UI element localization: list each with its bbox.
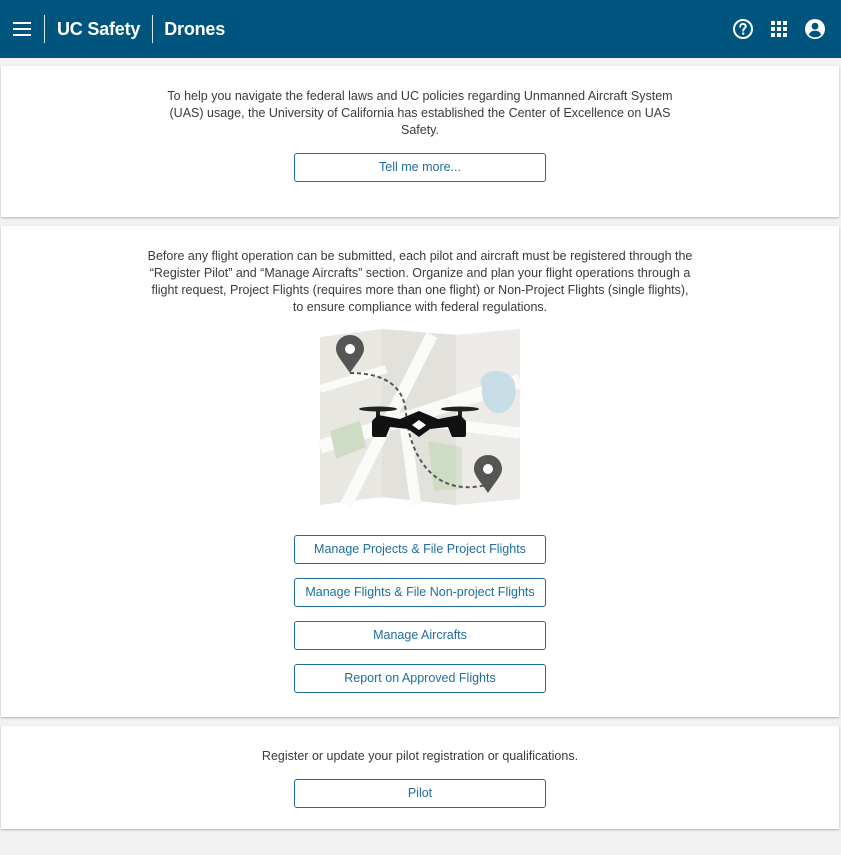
manage-projects-button[interactable]: Manage Projects & File Project Flights <box>294 535 546 564</box>
pilot-card: Register or update your pilot registrati… <box>1 726 839 829</box>
tell-me-more-button[interactable]: Tell me more... <box>294 153 546 182</box>
flight-operations-card: Before any flight operation can be submi… <box>1 226 839 717</box>
drone-map-illustration <box>317 329 523 508</box>
app-header: UC Safety Drones <box>0 0 841 58</box>
manage-aircrafts-button[interactable]: Manage Aircrafts <box>294 621 546 650</box>
report-flights-button[interactable]: Report on Approved Flights <box>294 664 546 693</box>
header-actions <box>725 0 841 58</box>
pilot-text: Register or update your pilot registrati… <box>261 749 579 763</box>
manage-flights-button[interactable]: Manage Flights & File Non-project Flight… <box>294 578 546 607</box>
apps-grid-icon <box>771 21 787 37</box>
intro-text: To help you navigate the federal laws an… <box>167 89 673 137</box>
apps-button[interactable] <box>761 11 797 47</box>
intro-card: To help you navigate the federal laws an… <box>1 66 839 217</box>
account-button[interactable] <box>797 11 833 47</box>
operations-text: Before any flight operation can be submi… <box>147 249 693 314</box>
drone-icon <box>359 406 479 437</box>
pilot-button[interactable]: Pilot <box>294 779 546 808</box>
app-title[interactable]: Drones <box>153 19 236 40</box>
menu-icon <box>13 22 31 36</box>
help-icon <box>733 19 753 39</box>
account-icon <box>805 19 825 39</box>
help-button[interactable] <box>725 11 761 47</box>
menu-button[interactable] <box>0 0 44 58</box>
brand-title[interactable]: UC Safety <box>45 19 152 40</box>
